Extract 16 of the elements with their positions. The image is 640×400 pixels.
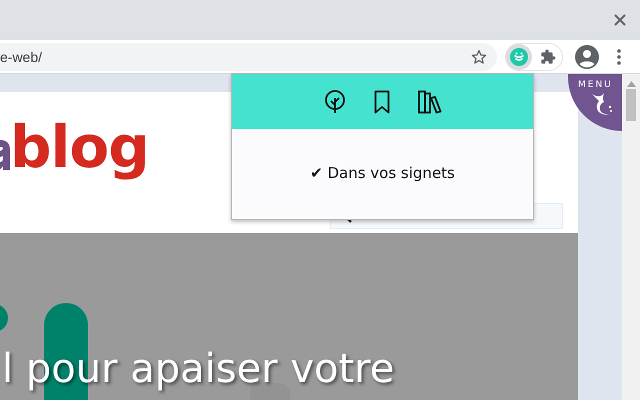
bookmark-icon[interactable] xyxy=(374,90,390,114)
url-text: e-web/ xyxy=(0,48,42,64)
star-icon[interactable] xyxy=(471,48,487,64)
close-icon[interactable] xyxy=(614,14,626,26)
hero-headline: l pour apaiser votre xyxy=(2,346,394,392)
scrollbar-thumb[interactable] xyxy=(626,89,636,121)
menu-icon[interactable] xyxy=(617,48,621,64)
profile-icon[interactable] xyxy=(575,44,599,68)
menu-label: MENU xyxy=(578,80,613,90)
smiley-icon xyxy=(510,48,528,66)
logo-text[interactable]: blog xyxy=(10,113,149,181)
bookmark-status: ✔ Dans vos signets xyxy=(310,164,455,182)
tree-icon[interactable] xyxy=(324,90,346,114)
puzzle-icon[interactable] xyxy=(540,48,556,64)
books-icon[interactable] xyxy=(418,90,442,114)
address-bar[interactable]: e-web/ xyxy=(0,42,497,70)
